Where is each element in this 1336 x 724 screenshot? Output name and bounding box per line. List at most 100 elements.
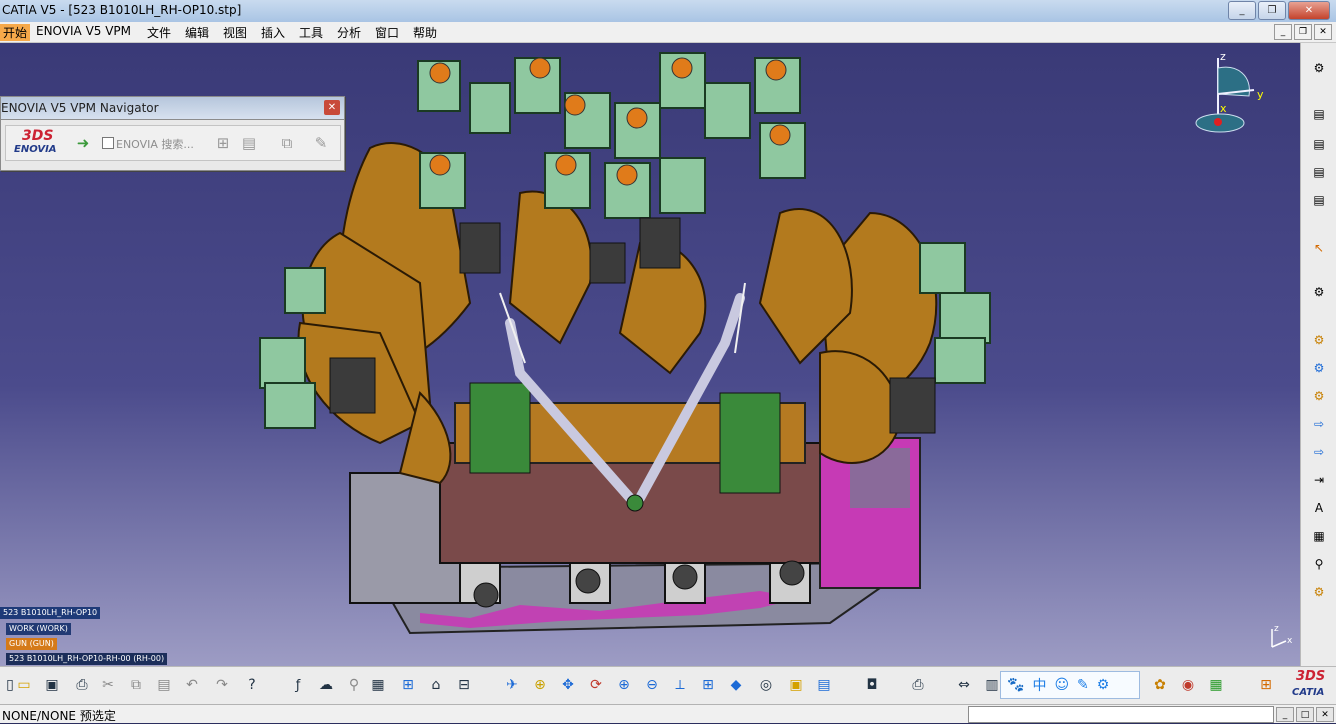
grid-icon[interactable]: ⊞	[1256, 675, 1276, 695]
menu-view[interactable]: 视图	[220, 24, 250, 41]
camera-icon[interactable]: ◘	[862, 675, 882, 695]
status-window-controls: _ □ ✕	[1276, 707, 1334, 722]
enovia-logo: 3DS ENOVIA	[12, 128, 68, 158]
comment-icon[interactable]: ☁	[316, 675, 336, 695]
stack-icon[interactable]: ▤	[1309, 105, 1329, 123]
maximize-button[interactable]: ❐	[1258, 1, 1286, 20]
search-checkbox[interactable]	[102, 137, 114, 149]
gear-icon[interactable]: ⚙	[1309, 583, 1329, 601]
swap-icon[interactable]: ▤	[814, 675, 834, 695]
doc-restore-button[interactable]: ❐	[1294, 24, 1312, 40]
command-input[interactable]	[968, 706, 1274, 723]
gear-icon[interactable]: ⚙	[1309, 359, 1329, 377]
tree-icon[interactable]: ⚲	[1309, 555, 1329, 573]
render-icon[interactable]: ◎	[756, 675, 776, 695]
save-icon[interactable]: ▣	[42, 675, 62, 695]
close-button[interactable]: ✕	[1288, 1, 1330, 20]
status-maximize-button[interactable]: □	[1296, 707, 1314, 722]
menu-tools[interactable]: 工具	[296, 24, 326, 41]
pen-icon[interactable]: ✎	[1077, 677, 1089, 693]
navigator-close-button[interactable]: ✕	[324, 100, 340, 115]
redo-icon[interactable]: ↷	[212, 675, 232, 695]
paste-icon[interactable]: ▤	[154, 675, 174, 695]
3d-compass[interactable]: z y x	[1194, 50, 1274, 138]
normal-view-icon[interactable]: ⟂	[670, 675, 690, 695]
catia-logo-text: CATIA	[1292, 687, 1325, 698]
undo-icon[interactable]: ↶	[182, 675, 202, 695]
menu-start[interactable]: 开始	[0, 24, 31, 41]
analysis-icon[interactable]: ▥	[982, 675, 1002, 695]
document-icon[interactable]: ▤	[238, 132, 260, 154]
table-icon[interactable]: ▦	[1309, 527, 1329, 545]
menu-window[interactable]: 窗口	[372, 24, 402, 41]
status-bar: NONE/NONE 预选定 _ □ ✕	[0, 704, 1336, 723]
ime-toolbar[interactable]: 🐾 中 ☺ ✎ ⚙	[1000, 671, 1140, 699]
fit-all-icon[interactable]: ⊕	[530, 675, 550, 695]
measure-icon[interactable]: ⇥	[1309, 471, 1329, 489]
iso-view-icon[interactable]: ◆	[726, 675, 746, 695]
tree-node-work[interactable]: WORK (WORK)	[6, 623, 71, 635]
tree-node-root[interactable]: 523 B1010LH_RH-OP10	[0, 607, 101, 619]
status-minimize-button[interactable]: _	[1276, 707, 1294, 722]
print-icon[interactable]: ⎙	[72, 675, 92, 695]
table-icon[interactable]: ▦	[368, 675, 388, 695]
capture-icon[interactable]: ⎙	[908, 675, 928, 695]
settings-arrow-icon[interactable]: ⚙	[1309, 283, 1329, 301]
measure-icon[interactable]: ⇔	[954, 675, 974, 695]
gear-icon[interactable]: ⚙	[1309, 331, 1329, 349]
hide-icon[interactable]: ▣	[786, 675, 806, 695]
copy-icon[interactable]: ⧉	[126, 675, 146, 695]
move-icon[interactable]: ⇨	[1309, 443, 1329, 461]
minimize-button[interactable]: _	[1228, 1, 1256, 20]
zoom-in-icon[interactable]: ⊕	[614, 675, 634, 695]
tree-node-rh[interactable]: 523 B1010LH_RH-OP10-RH-00 (RH-00)	[6, 653, 168, 665]
enovia-navigator-panel[interactable]: ENOVIA V5 VPM Navigator ✕ 3DS ENOVIA ➜ E…	[0, 96, 345, 171]
ime-language-toggle[interactable]: 中	[1032, 675, 1046, 695]
help-icon[interactable]: ?	[242, 675, 262, 695]
select-arrow-icon[interactable]: ↖	[1309, 239, 1329, 257]
link-arrow-icon[interactable]: ➜	[72, 132, 94, 154]
views-icon[interactable]: ⊞	[698, 675, 718, 695]
enovia-search-label[interactable]: ENOVIA 搜索...	[116, 136, 194, 152]
open-icon[interactable]: ▭	[14, 675, 34, 695]
compass-gear-icon[interactable]: ⚙	[1309, 59, 1329, 77]
status-close-button[interactable]: ✕	[1316, 707, 1334, 722]
paw-icon[interactable]: 🐾	[1007, 677, 1024, 693]
stack-icon[interactable]: ▤	[1309, 135, 1329, 153]
text-icon[interactable]: A	[1309, 499, 1329, 517]
material-icon[interactable]: ◉	[1178, 675, 1198, 695]
move-icon[interactable]: ⇨	[1309, 415, 1329, 433]
apply-material-icon[interactable]: ▦	[1206, 675, 1226, 695]
menu-help[interactable]: 帮助	[410, 24, 440, 41]
knowledge-icon[interactable]: ⚲	[344, 675, 364, 695]
edit-icon[interactable]: ✎	[310, 132, 332, 154]
cut-icon[interactable]: ✂	[98, 675, 118, 695]
menu-edit[interactable]: 编辑	[182, 24, 212, 41]
pan-icon[interactable]: ✥	[558, 675, 578, 695]
stack-icon[interactable]: ▤	[1309, 191, 1329, 209]
emoji-icon[interactable]: ☺	[1054, 677, 1069, 693]
tree-node-gun[interactable]: GUN (GUN)	[6, 638, 57, 650]
ime-settings-icon[interactable]: ⚙	[1097, 677, 1110, 693]
catalog-icon[interactable]: ✿	[1150, 675, 1170, 695]
fly-icon[interactable]: ✈	[502, 675, 522, 695]
menu-analysis[interactable]: 分析	[334, 24, 364, 41]
menu-enovia-vpm[interactable]: ENOVIA V5 VPM	[33, 24, 134, 38]
doc-minimize-button[interactable]: _	[1274, 24, 1292, 40]
formula-icon[interactable]: ƒ	[288, 675, 308, 695]
rotate-icon[interactable]: ⟳	[586, 675, 606, 695]
catia-logo-mark: 3DS	[1296, 669, 1326, 684]
compass-z-label: z	[1220, 50, 1226, 63]
gear-icon[interactable]: ⚙	[1309, 387, 1329, 405]
graph-icon[interactable]: ⊟	[454, 675, 474, 695]
lock-icon[interactable]: ⌂	[426, 675, 446, 695]
zoom-out-icon[interactable]: ⊖	[642, 675, 662, 695]
copy-icon[interactable]: ⧉	[276, 132, 298, 154]
tree-structure-icon[interactable]: ⊞	[212, 132, 234, 154]
doc-close-button[interactable]: ✕	[1314, 24, 1332, 40]
navigator-title-bar[interactable]: ENOVIA V5 VPM Navigator ✕	[1, 97, 344, 120]
menu-file[interactable]: 文件	[144, 24, 174, 41]
menu-insert[interactable]: 插入	[258, 24, 288, 41]
tree-icon[interactable]: ⊞	[398, 675, 418, 695]
stack-icon[interactable]: ▤	[1309, 163, 1329, 181]
